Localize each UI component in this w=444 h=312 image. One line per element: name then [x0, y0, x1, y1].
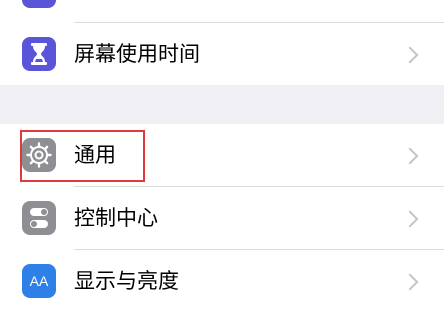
chevron-right-icon: [402, 211, 419, 228]
settings-row-display-brightness[interactable]: AA 显示与亮度: [0, 250, 444, 312]
settings-row-control-center[interactable]: 控制中心: [0, 187, 444, 249]
chevron-right-icon: [402, 148, 419, 165]
chevron-right-icon: [402, 274, 419, 291]
chevron-right-icon: [402, 47, 419, 64]
highlight-box: [20, 130, 145, 182]
toggle-switches-icon: [22, 201, 56, 235]
settings-row-focus[interactable]: 专注: [0, 0, 444, 22]
hourglass-icon: [22, 37, 56, 71]
moon-icon: [22, 0, 56, 8]
settings-row-label: 显示与亮度: [74, 267, 179, 295]
aa-text: AA: [30, 273, 49, 289]
settings-row-label: 控制中心: [74, 204, 158, 232]
settings-row-screen-time[interactable]: 屏幕使用时间: [0, 23, 444, 85]
aa-text-icon: AA: [22, 264, 56, 298]
settings-row-label: 专注: [74, 0, 116, 5]
settings-group-1: 专注 屏幕使用时间: [0, 0, 444, 85]
settings-row-label: 屏幕使用时间: [74, 40, 200, 68]
